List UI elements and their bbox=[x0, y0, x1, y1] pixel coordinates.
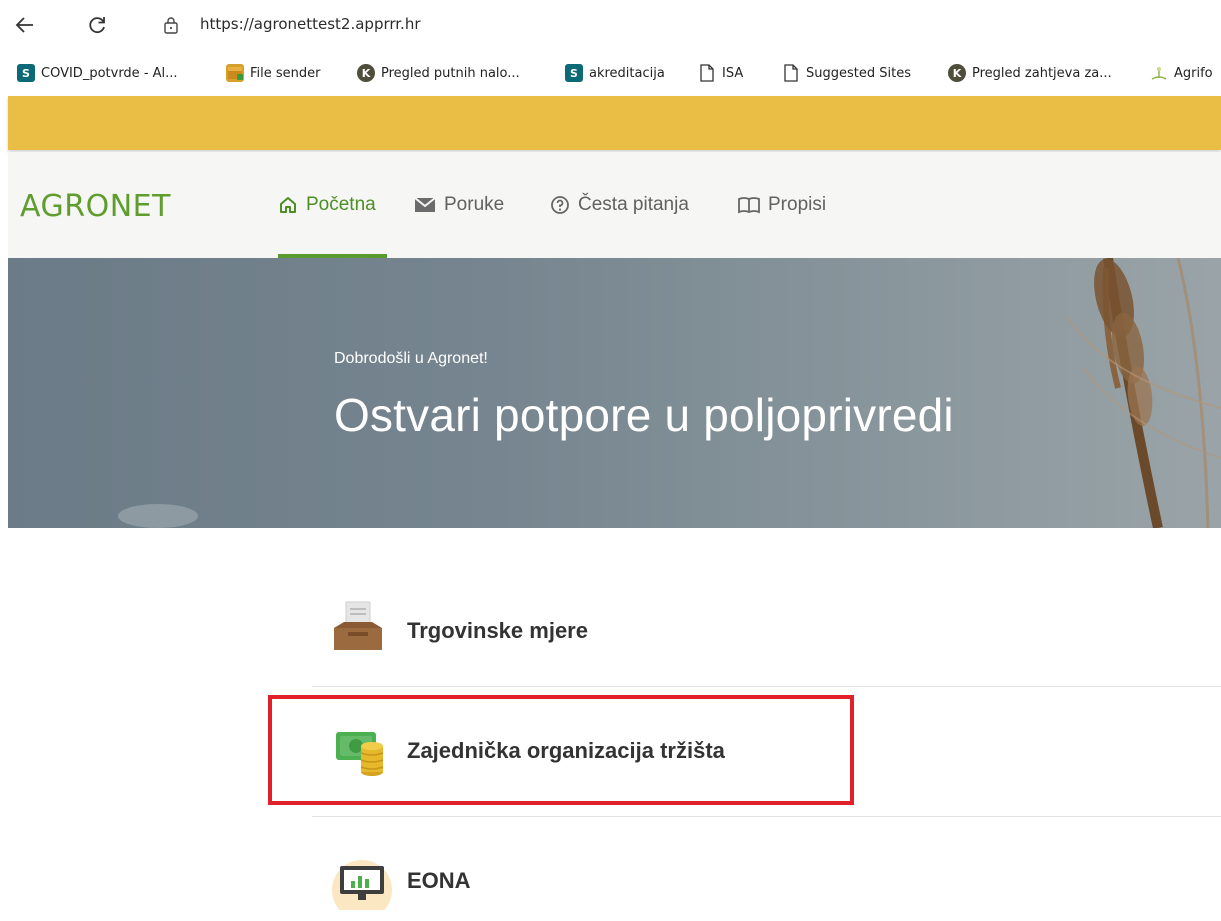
list-item-eona[interactable]: EONA bbox=[312, 820, 1221, 921]
url-field[interactable]: https://agronettest2.apprrr.hr bbox=[200, 15, 421, 33]
list-item-label: EONA bbox=[407, 868, 471, 893]
hero-subtitle: Dobrodošli u Agronet! bbox=[334, 350, 488, 367]
agri-icon bbox=[1150, 64, 1168, 82]
notice-banner bbox=[8, 96, 1221, 150]
mail-icon bbox=[414, 197, 436, 212]
reload-icon bbox=[89, 17, 105, 34]
bookmark-label: Pregled zahtjeva za... bbox=[972, 65, 1112, 81]
agronet-logo[interactable]: AGRONET bbox=[20, 189, 171, 224]
hero-banner: Dobrodošli u Agronet! Ostvari potpore u … bbox=[8, 258, 1221, 528]
hero-title: Ostvari potpore u poljoprivredi bbox=[334, 389, 954, 441]
nav-poruke[interactable]: Poruke bbox=[414, 190, 504, 220]
bookmarks-bar: S COVID_potvrde - Al... File sender K Pr… bbox=[0, 52, 1221, 94]
list-item-trgovinske-mjere[interactable]: Trgovinske mjere bbox=[312, 570, 1221, 690]
inbox-tray-icon bbox=[334, 601, 382, 650]
bookmark-covid-potvrde[interactable]: S COVID_potvrde - Al... bbox=[17, 62, 178, 84]
bookmark-suggested-sites[interactable]: Suggested Sites bbox=[782, 62, 911, 84]
highlight-annotation-box bbox=[268, 695, 854, 805]
bookmark-isa[interactable]: ISA bbox=[698, 62, 743, 84]
k-logo-icon: K bbox=[948, 64, 966, 82]
list-item-label: Trgovinske mjere bbox=[407, 618, 588, 643]
nav-propisi[interactable]: Propisi bbox=[738, 190, 826, 220]
monitor-chart-icon bbox=[332, 860, 392, 910]
bookmark-file-sender[interactable]: File sender bbox=[226, 62, 321, 84]
bookmark-agrifo[interactable]: Agrifo bbox=[1150, 62, 1213, 84]
browser-address-bar: https://agronettest2.apprrr.hr bbox=[0, 0, 1221, 52]
app-header: AGRONET Početna Poruke Česta pitanja Pro… bbox=[8, 152, 1221, 258]
arrow-left-icon bbox=[15, 17, 33, 33]
bookmark-label: File sender bbox=[250, 65, 321, 81]
list-divider bbox=[312, 816, 1221, 817]
bookmark-pregled-zahtjeva[interactable]: K Pregled zahtjeva za... bbox=[948, 62, 1112, 84]
reload-button[interactable] bbox=[84, 12, 110, 38]
bookmark-label: Pregled putnih nalo... bbox=[381, 65, 520, 81]
bookmark-label: COVID_potvrde - Al... bbox=[41, 65, 178, 81]
nav-label: Početna bbox=[306, 194, 376, 215]
nav-label: Propisi bbox=[768, 194, 827, 215]
bookmark-label: akreditacija bbox=[589, 65, 665, 81]
home-icon bbox=[280, 197, 296, 213]
bookmark-label: Suggested Sites bbox=[806, 65, 911, 81]
lock-icon[interactable] bbox=[163, 16, 179, 34]
document-icon bbox=[782, 64, 800, 82]
back-button[interactable] bbox=[12, 12, 38, 38]
nav-label: Česta pitanja bbox=[578, 194, 689, 215]
nav-label: Poruke bbox=[444, 194, 505, 215]
book-icon bbox=[738, 197, 760, 214]
sharepoint-icon: S bbox=[565, 64, 583, 82]
package-icon bbox=[226, 64, 244, 82]
help-circle-icon bbox=[551, 196, 569, 214]
list-divider bbox=[312, 686, 1221, 687]
nav-pocetna[interactable]: Početna bbox=[278, 190, 376, 220]
document-icon bbox=[698, 64, 716, 82]
bookmark-label: ISA bbox=[722, 65, 744, 81]
bookmark-akreditacija[interactable]: S akreditacija bbox=[565, 62, 665, 84]
bookmark-label: Agrifo bbox=[1174, 65, 1213, 81]
nav-cesta-pitanja[interactable]: Česta pitanja bbox=[550, 190, 689, 220]
bookmark-pregled-putnih[interactable]: K Pregled putnih nalo... bbox=[357, 62, 520, 84]
k-logo-icon: K bbox=[357, 64, 375, 82]
sharepoint-icon: S bbox=[17, 64, 35, 82]
